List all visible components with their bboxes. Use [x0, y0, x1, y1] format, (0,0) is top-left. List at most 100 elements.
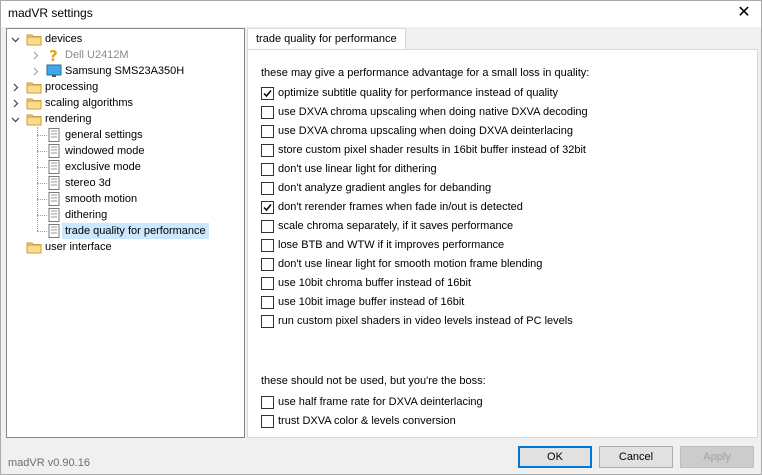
tree-item-label: exclusive mode [65, 161, 141, 173]
tree-item-label: Samsung SMS23A350H [65, 65, 185, 77]
notebook-icon [46, 208, 62, 222]
checkbox[interactable] [261, 258, 274, 271]
cancel-button[interactable]: Cancel [599, 446, 673, 468]
notebook-icon [46, 224, 62, 238]
tree-item[interactable]: dithering [7, 207, 244, 223]
tree-item[interactable]: exclusive mode [7, 159, 244, 175]
checkbox[interactable] [261, 125, 274, 138]
performance-option[interactable]: don't rerender frames when fade in/out i… [261, 200, 741, 215]
chevron-down-icon[interactable] [11, 115, 20, 124]
performance-option[interactable]: scale chroma separately, if it saves per… [261, 219, 741, 234]
performance-option[interactable]: use 10bit chroma buffer instead of 16bit [261, 276, 741, 291]
tree-item-label: dithering [65, 209, 108, 221]
window-title: madVR settings [8, 6, 93, 20]
checkbox[interactable] [261, 87, 274, 100]
notebook-icon [46, 176, 62, 190]
boss-section-label: these should not be used, but you're the… [261, 375, 486, 387]
monitor-icon [46, 64, 62, 78]
tree-item[interactable]: user interface [7, 239, 244, 255]
tree-item-label: user interface [45, 241, 112, 253]
tree-item[interactable]: general settings [7, 127, 244, 143]
ok-button[interactable]: OK [518, 446, 592, 468]
option-label: store custom pixel shader results in 16b… [278, 144, 586, 156]
option-label: don't use linear light for smooth motion… [278, 258, 543, 270]
performance-option[interactable]: don't use linear light for smooth motion… [261, 257, 741, 272]
settings-tree[interactable]: devices? Dell U2412M Samsung SMS23A350H pro… [6, 28, 245, 438]
checkbox[interactable] [261, 201, 274, 214]
checkbox[interactable] [261, 106, 274, 119]
performance-option[interactable]: use DXVA chroma upscaling when doing DXV… [261, 124, 741, 139]
chevron-right-icon[interactable] [31, 51, 40, 60]
tree-item-label: rendering [45, 113, 92, 125]
option-label: use DXVA chroma upscaling when doing nat… [278, 106, 588, 118]
checkbox[interactable] [261, 396, 274, 409]
title-bar[interactable]: madVR settings ✕ [1, 1, 761, 27]
option-label: don't rerender frames when fade in/out i… [278, 201, 523, 213]
checkbox[interactable] [261, 296, 274, 309]
checkbox[interactable] [261, 415, 274, 428]
folder-open-icon [26, 112, 42, 126]
tree-item-label: windowed mode [65, 145, 145, 157]
settings-window: madVR settings ✕ devices? Dell U2412M Sams… [0, 0, 762, 475]
tree-item[interactable]: processing [7, 79, 244, 95]
tree-item[interactable]: stereo 3d [7, 175, 244, 191]
tree-item-label: smooth motion [65, 193, 138, 205]
option-label: run custom pixel shaders in video levels… [278, 315, 573, 327]
apply-button[interactable]: Apply [680, 446, 754, 468]
tree-item[interactable]: ? Dell U2412M [7, 47, 244, 65]
chevron-right-icon[interactable] [11, 83, 20, 92]
settings-panel: trade quality for performance these may … [247, 28, 758, 438]
boss-option[interactable]: trust DXVA color & levels conversion [261, 414, 741, 429]
tree-item[interactable]: rendering [7, 111, 244, 127]
performance-option[interactable]: use 10bit image buffer instead of 16bit [261, 295, 741, 310]
chevron-right-icon[interactable] [31, 67, 40, 76]
tree-item[interactable]: smooth motion [7, 191, 244, 207]
checkbox[interactable] [261, 315, 274, 328]
checkbox[interactable] [261, 163, 274, 176]
option-label: scale chroma separately, if it saves per… [278, 220, 514, 232]
tree-item[interactable]: scaling algorithms [7, 95, 244, 111]
tree-item-label: stereo 3d [65, 177, 111, 189]
folder-icon [26, 240, 42, 254]
close-icon[interactable]: ✕ [733, 2, 755, 24]
folder-open-icon [26, 32, 42, 46]
tab-page: these may give a performance advantage f… [247, 49, 758, 438]
tree-item[interactable]: devices [7, 31, 244, 47]
option-label: trust DXVA color & levels conversion [278, 415, 456, 427]
chevron-right-icon[interactable] [11, 99, 20, 108]
boss-option[interactable]: use half frame rate for DXVA deinterlaci… [261, 395, 741, 410]
option-label: use half frame rate for DXVA deinterlaci… [278, 396, 483, 408]
checkbox[interactable] [261, 220, 274, 233]
chevron-down-icon[interactable] [11, 35, 20, 44]
performance-option[interactable]: lose BTB and WTW if it improves performa… [261, 238, 741, 253]
question-icon: ? [46, 47, 62, 65]
folder-icon [26, 80, 42, 94]
tree-item-label: general settings [65, 129, 143, 141]
checkbox[interactable] [261, 277, 274, 290]
performance-option[interactable]: run custom pixel shaders in video levels… [261, 314, 741, 329]
performance-option[interactable]: don't use linear light for dithering [261, 162, 741, 177]
performance-option[interactable]: store custom pixel shader results in 16b… [261, 143, 741, 158]
folder-icon [26, 96, 42, 110]
checkbox[interactable] [261, 239, 274, 252]
tree-item-label: Dell U2412M [65, 49, 129, 61]
performance-option[interactable]: use DXVA chroma upscaling when doing nat… [261, 105, 741, 120]
checkbox[interactable] [261, 144, 274, 157]
performance-section-label: these may give a performance advantage f… [261, 67, 590, 79]
tab-trade-quality[interactable]: trade quality for performance [247, 28, 406, 50]
checkbox[interactable] [261, 182, 274, 195]
performance-option[interactable]: don't analyze gradient angles for deband… [261, 181, 741, 196]
option-label: use 10bit chroma buffer instead of 16bit [278, 277, 472, 289]
tree-item[interactable]: Samsung SMS23A350H [7, 63, 244, 79]
tree-item-label: processing [45, 81, 99, 93]
version-label: madVR v0.90.16 [8, 457, 90, 469]
tree-item-label: devices [45, 33, 83, 45]
tree-item[interactable]: trade quality for performance [7, 223, 244, 239]
option-label: don't analyze gradient angles for deband… [278, 182, 492, 194]
tree-item[interactable]: windowed mode [7, 143, 244, 159]
performance-option[interactable]: optimize subtitle quality for performanc… [261, 86, 741, 101]
notebook-icon [46, 144, 62, 158]
notebook-icon [46, 160, 62, 174]
option-label: don't use linear light for dithering [278, 163, 437, 175]
option-label: optimize subtitle quality for performanc… [278, 87, 559, 99]
